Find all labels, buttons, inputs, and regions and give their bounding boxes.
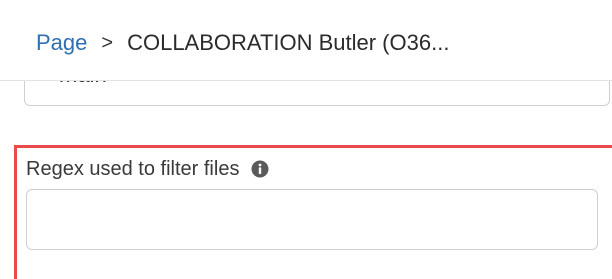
regex-field-label-row: Regex used to filter files — [26, 156, 269, 182]
breadcrumb-page-link[interactable]: Page — [36, 30, 87, 56]
regex-field-label: Regex used to filter files — [26, 157, 240, 180]
breadcrumb: Page > COLLABORATION Butler (O36... — [36, 26, 449, 60]
breadcrumb-separator: > — [101, 31, 114, 54]
settings-panel: main Page > COLLABORATION Butler (O36...… — [0, 0, 612, 279]
regex-filter-input[interactable] — [26, 189, 598, 250]
info-circle-icon[interactable] — [251, 160, 269, 178]
breadcrumb-current-page: COLLABORATION Butler (O36... — [127, 30, 450, 55]
header-divider — [0, 80, 612, 81]
